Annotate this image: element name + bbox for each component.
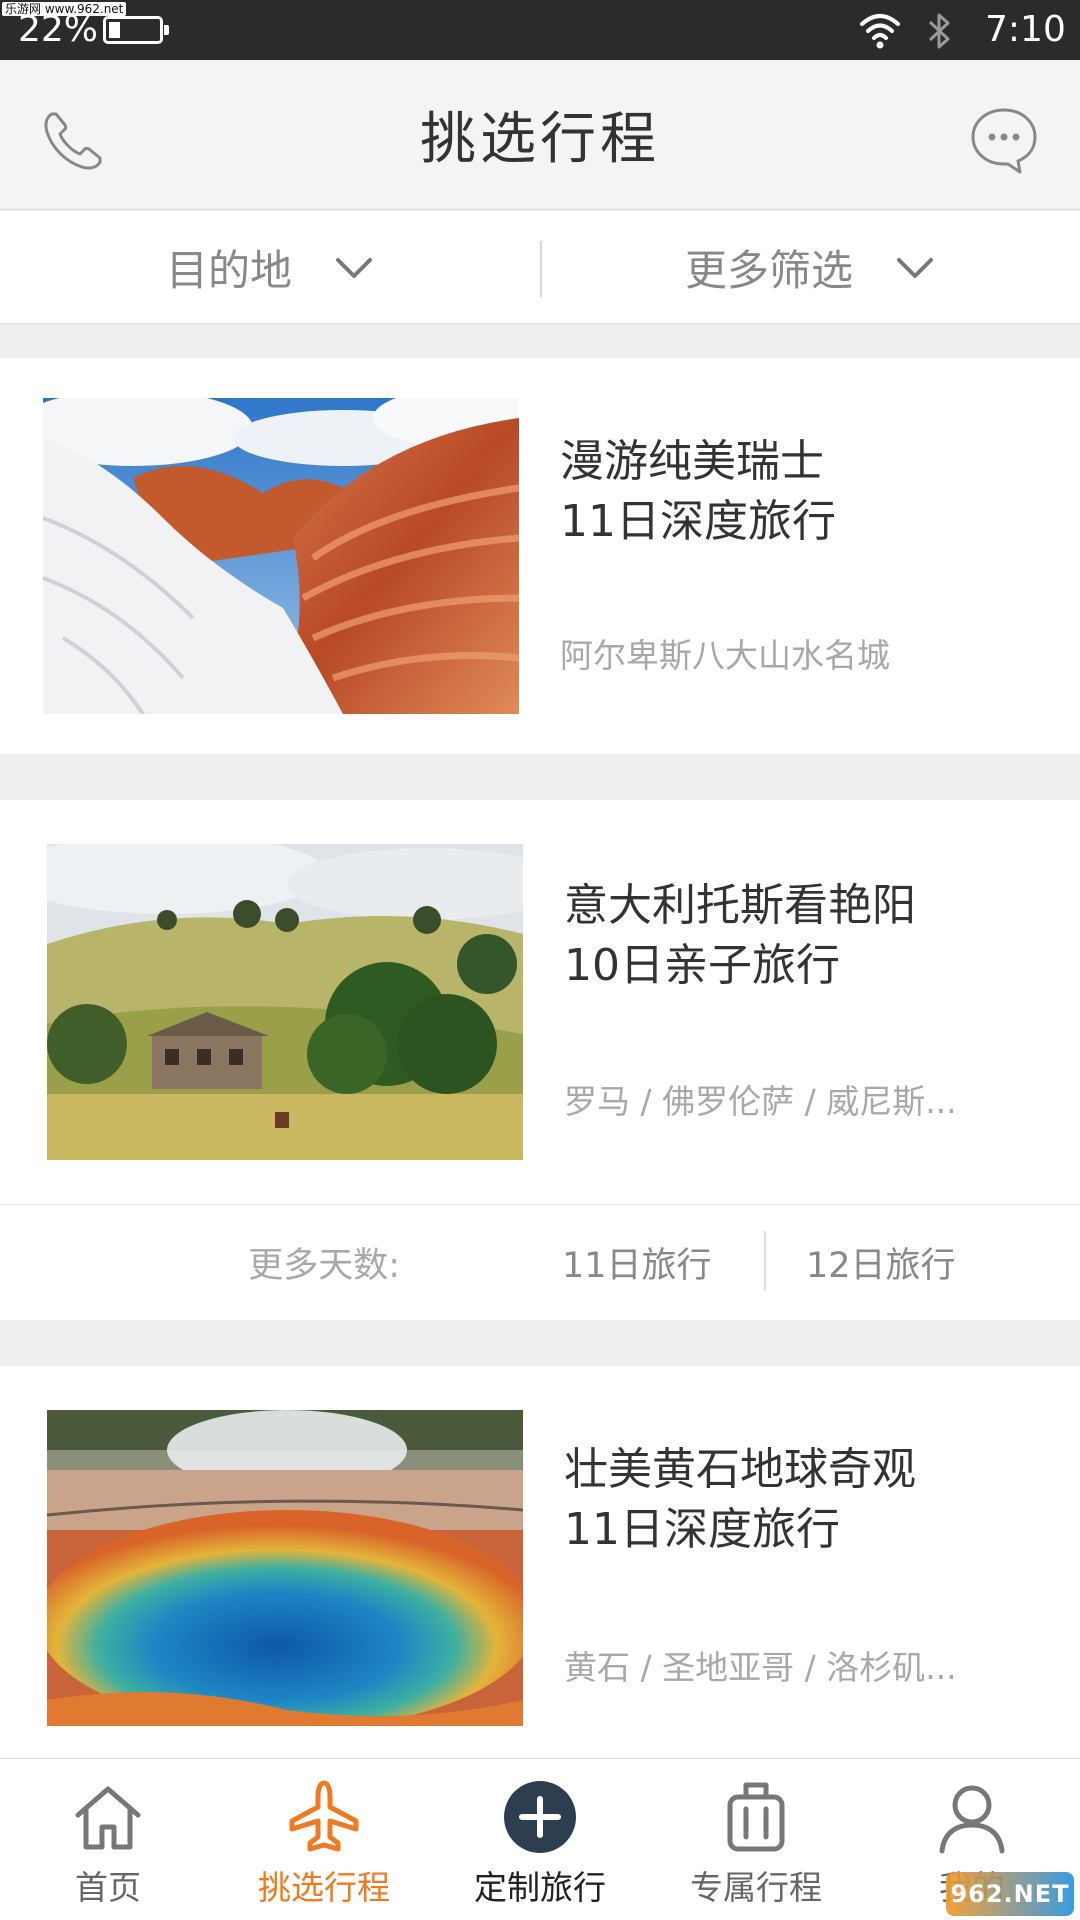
page-title: 挑选行程 bbox=[420, 107, 660, 172]
trip-title-line2: 11日深度旅行 bbox=[564, 1504, 840, 1555]
nav-custom-trip-label: 定制旅行 bbox=[474, 1868, 606, 1907]
wifi-icon bbox=[860, 14, 900, 49]
trip-subtitle: 罗马 / 佛罗伦萨 / 威尼斯... bbox=[564, 1082, 957, 1121]
days-option[interactable]: 11日旅行 bbox=[562, 1237, 712, 1288]
user-icon bbox=[939, 1785, 1005, 1854]
filter-destination-label: 目的地 bbox=[165, 246, 292, 295]
nav-pick-trips-label: 挑选行程 bbox=[258, 1868, 390, 1907]
plus-circle-icon bbox=[504, 1781, 576, 1853]
site-watermark: 962.NET bbox=[946, 1872, 1074, 1916]
clock: 7:10 bbox=[985, 9, 1066, 50]
trip-card[interactable]: 壮美黄石地球奇观 11日深度旅行 黄石 / 圣地亚哥 / 洛杉矶... bbox=[0, 1366, 1080, 1806]
nav-pick-trips[interactable]: 挑选行程 bbox=[216, 1759, 432, 1920]
trip-title-line2: 11日深度旅行 bbox=[560, 496, 836, 547]
airplane-icon bbox=[289, 1780, 359, 1852]
trip-card[interactable]: 漫游纯美瑞士 11日深度旅行 阿尔卑斯八大山水名城 bbox=[0, 358, 1080, 754]
trip-subtitle: 阿尔卑斯八大山水名城 bbox=[560, 636, 890, 675]
filter-more-label: 更多筛选 bbox=[684, 246, 853, 295]
trip-title: 壮美黄石地球奇观 bbox=[564, 1444, 916, 1495]
nav-custom-trip[interactable]: 定制旅行 bbox=[432, 1759, 648, 1920]
trip-title-line2: 10日亲子旅行 bbox=[564, 940, 840, 991]
filter-bar: 目的地 更多筛选 bbox=[0, 211, 1080, 324]
trip-title: 意大利托斯看艳阳 bbox=[564, 880, 916, 931]
trip-image bbox=[47, 844, 523, 1160]
trip-card[interactable]: 意大利托斯看艳阳 10日亲子旅行 罗马 / 佛罗伦萨 / 威尼斯... 更多天数… bbox=[0, 800, 1080, 1320]
chevron-down-icon bbox=[897, 257, 933, 278]
more-days-label: 更多天数: bbox=[248, 1246, 400, 1286]
nav-home-label: 首页 bbox=[75, 1868, 141, 1907]
more-days-row: 更多天数: 11日旅行 12日旅行 bbox=[0, 1204, 1080, 1318]
chat-bubble-icon[interactable] bbox=[968, 104, 1040, 176]
nav-exclusive-trips-label: 专属行程 bbox=[690, 1868, 822, 1907]
days-divider bbox=[764, 1231, 766, 1291]
filter-more[interactable]: 更多筛选 bbox=[540, 211, 1080, 324]
app-header: 挑选行程 bbox=[0, 60, 1080, 210]
suitcase-icon bbox=[727, 1782, 785, 1852]
chevron-down-icon bbox=[336, 257, 372, 278]
trip-image bbox=[43, 398, 519, 714]
battery-percent: 22% bbox=[18, 9, 99, 50]
trip-subtitle: 黄石 / 圣地亚哥 / 洛杉矶... bbox=[564, 1648, 957, 1687]
bottom-nav: 首页 挑选行程 定制旅行 专属行程 我的 bbox=[0, 1758, 1080, 1920]
trip-image bbox=[47, 1410, 523, 1726]
filter-destination[interactable]: 目的地 bbox=[0, 211, 540, 324]
nav-exclusive-trips[interactable]: 专属行程 bbox=[648, 1759, 864, 1920]
status-bar: 乐游网 www.962.net 22% 7:10 bbox=[0, 0, 1080, 60]
trip-title: 漫游纯美瑞士 bbox=[560, 436, 824, 487]
home-icon bbox=[75, 1786, 141, 1850]
nav-home[interactable]: 首页 bbox=[0, 1759, 216, 1920]
bluetooth-icon bbox=[928, 13, 950, 49]
battery-icon bbox=[103, 16, 169, 44]
days-option[interactable]: 12日旅行 bbox=[806, 1237, 956, 1288]
